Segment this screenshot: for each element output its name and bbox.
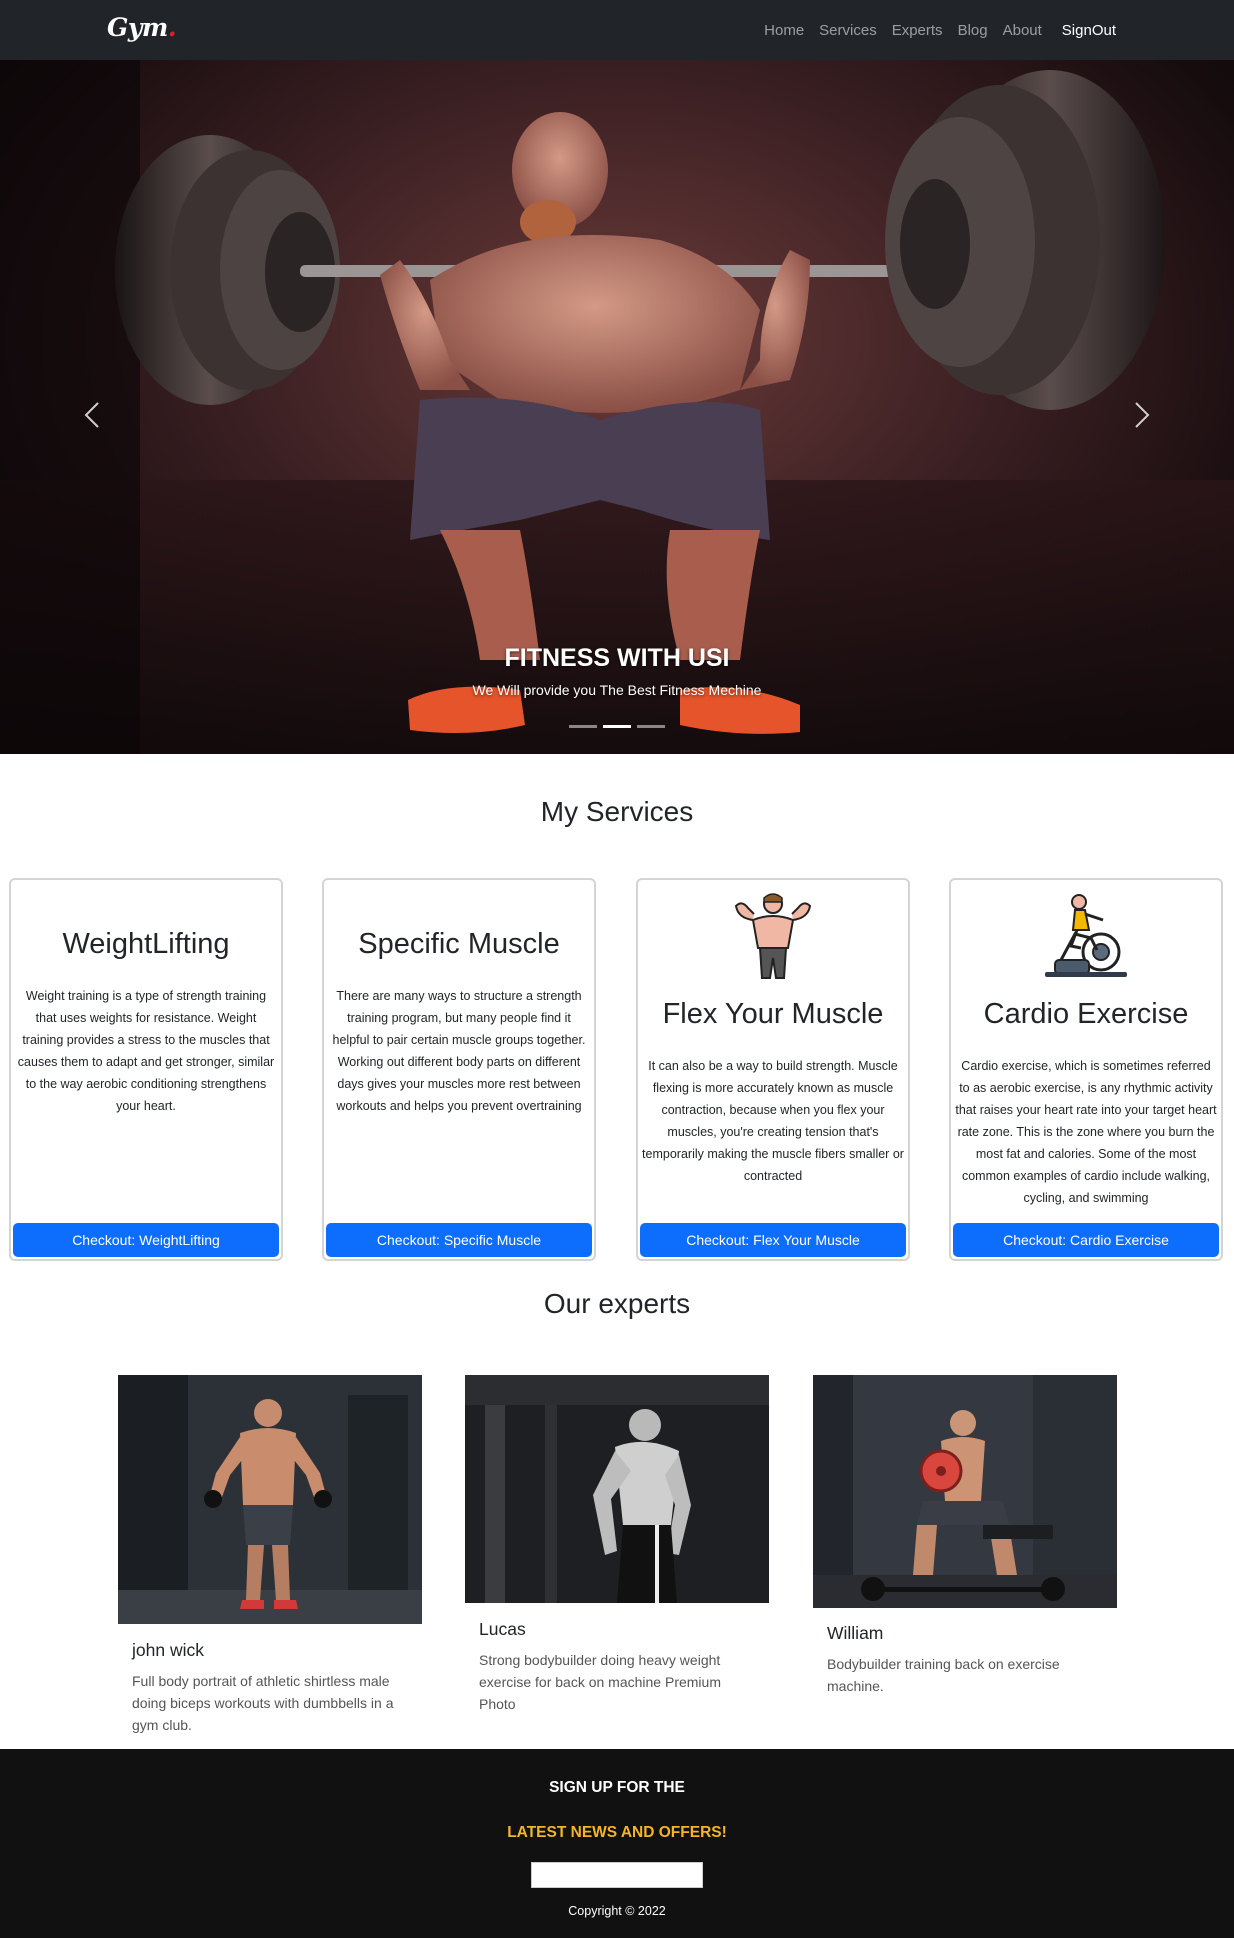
nav-link-about[interactable]: About xyxy=(1003,22,1042,39)
carousel-next-button[interactable] xyxy=(1122,390,1162,440)
copyright-text: Copyright © 2022 xyxy=(568,1904,666,1918)
expert-description: Strong bodybuilder doing heavy weight ex… xyxy=(479,1652,721,1712)
carousel-indicators xyxy=(0,725,1234,728)
offers-heading: LATEST NEWS AND OFFERS! xyxy=(507,1824,727,1841)
checkout-flex-muscle-button[interactable]: Checkout: Flex Your Muscle xyxy=(640,1223,906,1257)
carousel-indicator-1[interactable] xyxy=(569,725,597,728)
expert-name: William xyxy=(827,1623,884,1643)
signout-link[interactable]: SignOut xyxy=(1062,22,1116,39)
expert-description: Bodybuilder training back on exercise ma… xyxy=(827,1656,1060,1694)
nav-link-experts[interactable]: Experts xyxy=(892,22,943,39)
nav-link-blog[interactable]: Blog xyxy=(958,22,988,39)
checkout-specific-muscle-button[interactable]: Checkout: Specific Muscle xyxy=(326,1223,592,1257)
chevron-right-icon xyxy=(1135,402,1150,428)
service-card-text: Weight training is a type of strength tr… xyxy=(17,989,275,1113)
expert-name: john wick xyxy=(132,1640,204,1660)
checkout-cardio-button[interactable]: Checkout: Cardio Exercise xyxy=(953,1223,1219,1257)
service-card-text: There are many ways to structure a stren… xyxy=(332,989,586,1113)
service-card-specific-muscle: Specific Muscle There are many ways to s… xyxy=(322,878,596,1261)
exercise-bike-icon xyxy=(951,890,1221,980)
chevron-left-icon xyxy=(84,402,99,428)
expert-description: Full body portrait of athletic shirtless… xyxy=(132,1673,394,1733)
hero-subtitle: We Will provide you The Best Fitness Mec… xyxy=(472,682,762,698)
checkout-weightlifting-button[interactable]: Checkout: WeightLifting xyxy=(13,1223,279,1257)
navbar: Gym. Home Services Experts Blog About Si… xyxy=(0,0,1234,60)
expert-name: Lucas xyxy=(479,1619,526,1639)
service-card-flex-muscle: Flex Your Muscle It can also be a way to… xyxy=(636,878,910,1261)
carousel-indicator-3[interactable] xyxy=(637,725,665,728)
expert-photo xyxy=(813,1375,1117,1608)
service-card-weightlifting: WeightLifting Weight training is a type … xyxy=(9,878,283,1261)
nav-link-home[interactable]: Home xyxy=(764,22,804,39)
expert-photo xyxy=(118,1375,422,1624)
nav-links: Home Services Experts Blog About SignOut xyxy=(764,0,1116,60)
service-card-title: WeightLifting xyxy=(62,928,230,960)
service-card-title: Flex Your Muscle xyxy=(662,998,884,1030)
footer: SIGN UP FOR THE LATEST NEWS AND OFFERS! … xyxy=(0,1749,1234,1938)
expert-photo xyxy=(465,1375,769,1603)
carousel-indicator-2[interactable] xyxy=(603,725,631,728)
service-card-title: Specific Muscle xyxy=(358,928,560,960)
brand-dot: . xyxy=(167,13,177,42)
services-title: My Services xyxy=(540,796,694,827)
carousel-prev-button[interactable] xyxy=(72,390,112,440)
hero-title: FITNESS WITH USI xyxy=(504,644,730,672)
experts-title: Our experts xyxy=(543,1288,691,1319)
signup-heading: SIGN UP FOR THE xyxy=(549,1779,685,1796)
nav-link-services[interactable]: Services xyxy=(819,22,877,39)
service-card-cardio: Cardio Exercise Cardio exercise, which i… xyxy=(949,878,1223,1261)
newsletter-email-input[interactable] xyxy=(531,1862,703,1888)
hero-carousel: FITNESS WITH USI We Will provide you The… xyxy=(0,60,1234,754)
bodybuilder-icon xyxy=(638,890,908,980)
service-card-title: Cardio Exercise xyxy=(983,998,1189,1030)
service-card-text: It can also be a way to build strength. … xyxy=(642,1059,904,1183)
brand-logo[interactable]: Gym. xyxy=(107,13,177,42)
service-card-text: Cardio exercise, which is sometimes refe… xyxy=(955,1059,1217,1205)
brand-text: Gym xyxy=(107,13,168,42)
